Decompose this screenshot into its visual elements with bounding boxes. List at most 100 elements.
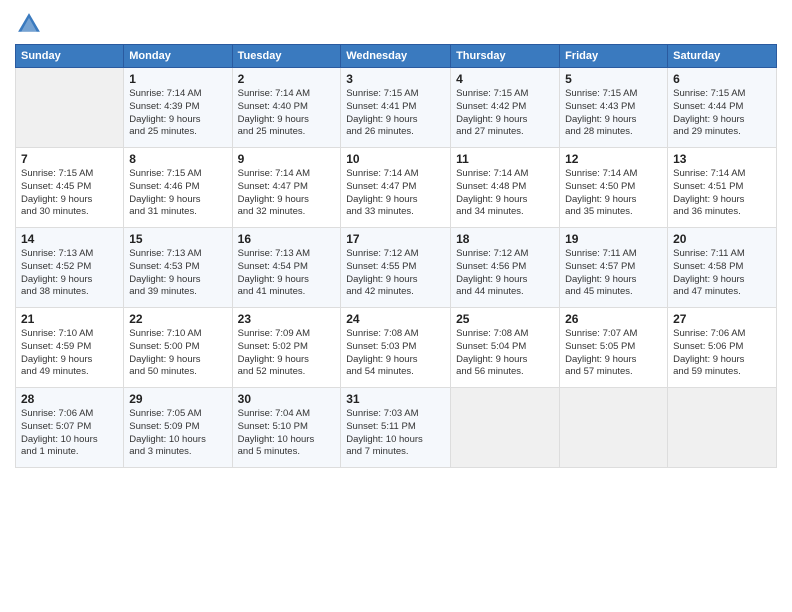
day-number: 18 xyxy=(456,232,554,246)
day-info: Sunrise: 7:14 AM Sunset: 4:47 PM Dayligh… xyxy=(346,168,445,219)
day-number: 7 xyxy=(21,152,118,166)
day-info: Sunrise: 7:14 AM Sunset: 4:47 PM Dayligh… xyxy=(238,168,336,219)
calendar-cell: 29 Sunrise: 7:05 AM Sunset: 5:09 PM Dayli… xyxy=(124,388,232,468)
day-number: 16 xyxy=(238,232,336,246)
logo-icon xyxy=(15,10,43,38)
day-info: Sunrise: 7:15 AM Sunset: 4:43 PM Dayligh… xyxy=(565,88,662,139)
calendar-cell: 24 Sunrise: 7:08 AM Sunset: 5:03 PM Dayli… xyxy=(341,308,451,388)
calendar-cell: 19 Sunrise: 7:11 AM Sunset: 4:57 PM Dayli… xyxy=(560,228,668,308)
calendar-cell: 28 Sunrise: 7:06 AM Sunset: 5:07 PM Dayli… xyxy=(16,388,124,468)
day-number: 6 xyxy=(673,72,771,86)
day-info: Sunrise: 7:12 AM Sunset: 4:55 PM Dayligh… xyxy=(346,248,445,299)
calendar-cell: 17 Sunrise: 7:12 AM Sunset: 4:55 PM Dayli… xyxy=(341,228,451,308)
calendar-cell: 6 Sunrise: 7:15 AM Sunset: 4:44 PM Daylig… xyxy=(668,68,777,148)
day-info: Sunrise: 7:09 AM Sunset: 5:02 PM Dayligh… xyxy=(238,328,336,379)
calendar-page: SundayMondayTuesdayWednesdayThursdayFrid… xyxy=(0,0,792,612)
calendar-cell: 18 Sunrise: 7:12 AM Sunset: 4:56 PM Dayli… xyxy=(451,228,560,308)
day-number: 20 xyxy=(673,232,771,246)
weekday-header-sunday: Sunday xyxy=(16,45,124,68)
day-number: 26 xyxy=(565,312,662,326)
calendar-cell: 20 Sunrise: 7:11 AM Sunset: 4:58 PM Dayli… xyxy=(668,228,777,308)
day-info: Sunrise: 7:10 AM Sunset: 4:59 PM Dayligh… xyxy=(21,328,118,379)
calendar-cell: 15Sunrise: 7:13 AM Sunset: 4:53 PM Dayli… xyxy=(124,228,232,308)
calendar-cell xyxy=(16,68,124,148)
calendar-cell: 12Sunrise: 7:14 AM Sunset: 4:50 PM Dayli… xyxy=(560,148,668,228)
logo xyxy=(15,10,47,38)
weekday-header-thursday: Thursday xyxy=(451,45,560,68)
calendar-cell: 4 Sunrise: 7:15 AM Sunset: 4:42 PM Daylig… xyxy=(451,68,560,148)
weekday-header-saturday: Saturday xyxy=(668,45,777,68)
day-info: Sunrise: 7:14 AM Sunset: 4:39 PM Dayligh… xyxy=(129,88,226,139)
calendar-week-row: 14Sunrise: 7:13 AM Sunset: 4:52 PM Dayli… xyxy=(16,228,777,308)
day-number: 28 xyxy=(21,392,118,406)
day-info: Sunrise: 7:13 AM Sunset: 4:54 PM Dayligh… xyxy=(238,248,336,299)
day-number: 1 xyxy=(129,72,226,86)
calendar-cell: 31 Sunrise: 7:03 AM Sunset: 5:11 PM Dayli… xyxy=(341,388,451,468)
day-info: Sunrise: 7:06 AM Sunset: 5:07 PM Dayligh… xyxy=(21,408,118,459)
calendar-table: SundayMondayTuesdayWednesdayThursdayFrid… xyxy=(15,44,777,468)
day-info: Sunrise: 7:15 AM Sunset: 4:44 PM Dayligh… xyxy=(673,88,771,139)
day-info: Sunrise: 7:15 AM Sunset: 4:46 PM Dayligh… xyxy=(129,168,226,219)
day-number: 3 xyxy=(346,72,445,86)
weekday-header-friday: Friday xyxy=(560,45,668,68)
day-info: Sunrise: 7:03 AM Sunset: 5:11 PM Dayligh… xyxy=(346,408,445,459)
day-number: 13 xyxy=(673,152,771,166)
calendar-cell xyxy=(560,388,668,468)
day-number: 23 xyxy=(238,312,336,326)
calendar-cell: 3 Sunrise: 7:15 AM Sunset: 4:41 PM Daylig… xyxy=(341,68,451,148)
day-info: Sunrise: 7:14 AM Sunset: 4:40 PM Dayligh… xyxy=(238,88,336,139)
day-number: 5 xyxy=(565,72,662,86)
calendar-cell: 8 Sunrise: 7:15 AM Sunset: 4:46 PM Daylig… xyxy=(124,148,232,228)
day-number: 21 xyxy=(21,312,118,326)
day-info: Sunrise: 7:13 AM Sunset: 4:52 PM Dayligh… xyxy=(21,248,118,299)
calendar-cell: 10Sunrise: 7:14 AM Sunset: 4:47 PM Dayli… xyxy=(341,148,451,228)
day-info: Sunrise: 7:04 AM Sunset: 5:10 PM Dayligh… xyxy=(238,408,336,459)
calendar-cell xyxy=(668,388,777,468)
day-number: 4 xyxy=(456,72,554,86)
calendar-cell: 30 Sunrise: 7:04 AM Sunset: 5:10 PM Dayli… xyxy=(232,388,341,468)
calendar-cell xyxy=(451,388,560,468)
day-number: 30 xyxy=(238,392,336,406)
day-number: 25 xyxy=(456,312,554,326)
calendar-cell: 2 Sunrise: 7:14 AM Sunset: 4:40 PM Daylig… xyxy=(232,68,341,148)
calendar-cell: 16 Sunrise: 7:13 AM Sunset: 4:54 PM Dayli… xyxy=(232,228,341,308)
weekday-header-tuesday: Tuesday xyxy=(232,45,341,68)
day-info: Sunrise: 7:14 AM Sunset: 4:50 PM Dayligh… xyxy=(565,168,662,219)
calendar-week-row: 7 Sunrise: 7:15 AM Sunset: 4:45 PM Daylig… xyxy=(16,148,777,228)
day-number: 15 xyxy=(129,232,226,246)
weekday-header-row: SundayMondayTuesdayWednesdayThursdayFrid… xyxy=(16,45,777,68)
day-info: Sunrise: 7:05 AM Sunset: 5:09 PM Dayligh… xyxy=(129,408,226,459)
day-info: Sunrise: 7:11 AM Sunset: 4:58 PM Dayligh… xyxy=(673,248,771,299)
day-number: 11 xyxy=(456,152,554,166)
day-info: Sunrise: 7:12 AM Sunset: 4:56 PM Dayligh… xyxy=(456,248,554,299)
day-info: Sunrise: 7:08 AM Sunset: 5:04 PM Dayligh… xyxy=(456,328,554,379)
day-info: Sunrise: 7:15 AM Sunset: 4:42 PM Dayligh… xyxy=(456,88,554,139)
day-number: 17 xyxy=(346,232,445,246)
calendar-cell: 25 Sunrise: 7:08 AM Sunset: 5:04 PM Dayli… xyxy=(451,308,560,388)
weekday-header-monday: Monday xyxy=(124,45,232,68)
day-number: 24 xyxy=(346,312,445,326)
calendar-cell: 23 Sunrise: 7:09 AM Sunset: 5:02 PM Dayli… xyxy=(232,308,341,388)
day-number: 9 xyxy=(238,152,336,166)
day-info: Sunrise: 7:15 AM Sunset: 4:41 PM Dayligh… xyxy=(346,88,445,139)
day-number: 29 xyxy=(129,392,226,406)
calendar-cell: 21 Sunrise: 7:10 AM Sunset: 4:59 PM Dayli… xyxy=(16,308,124,388)
calendar-week-row: 21 Sunrise: 7:10 AM Sunset: 4:59 PM Dayli… xyxy=(16,308,777,388)
day-info: Sunrise: 7:11 AM Sunset: 4:57 PM Dayligh… xyxy=(565,248,662,299)
calendar-cell: 5 Sunrise: 7:15 AM Sunset: 4:43 PM Daylig… xyxy=(560,68,668,148)
day-number: 8 xyxy=(129,152,226,166)
day-number: 22 xyxy=(129,312,226,326)
day-number: 19 xyxy=(565,232,662,246)
calendar-cell: 27Sunrise: 7:06 AM Sunset: 5:06 PM Dayli… xyxy=(668,308,777,388)
calendar-week-row: 1 Sunrise: 7:14 AM Sunset: 4:39 PM Daylig… xyxy=(16,68,777,148)
day-number: 2 xyxy=(238,72,336,86)
calendar-cell: 22 Sunrise: 7:10 AM Sunset: 5:00 PM Dayli… xyxy=(124,308,232,388)
day-info: Sunrise: 7:15 AM Sunset: 4:45 PM Dayligh… xyxy=(21,168,118,219)
day-info: Sunrise: 7:08 AM Sunset: 5:03 PM Dayligh… xyxy=(346,328,445,379)
day-info: Sunrise: 7:10 AM Sunset: 5:00 PM Dayligh… xyxy=(129,328,226,379)
day-number: 31 xyxy=(346,392,445,406)
day-info: Sunrise: 7:14 AM Sunset: 4:51 PM Dayligh… xyxy=(673,168,771,219)
calendar-cell: 26Sunrise: 7:07 AM Sunset: 5:05 PM Dayli… xyxy=(560,308,668,388)
calendar-cell: 7 Sunrise: 7:15 AM Sunset: 4:45 PM Daylig… xyxy=(16,148,124,228)
calendar-cell: 9 Sunrise: 7:14 AM Sunset: 4:47 PM Daylig… xyxy=(232,148,341,228)
